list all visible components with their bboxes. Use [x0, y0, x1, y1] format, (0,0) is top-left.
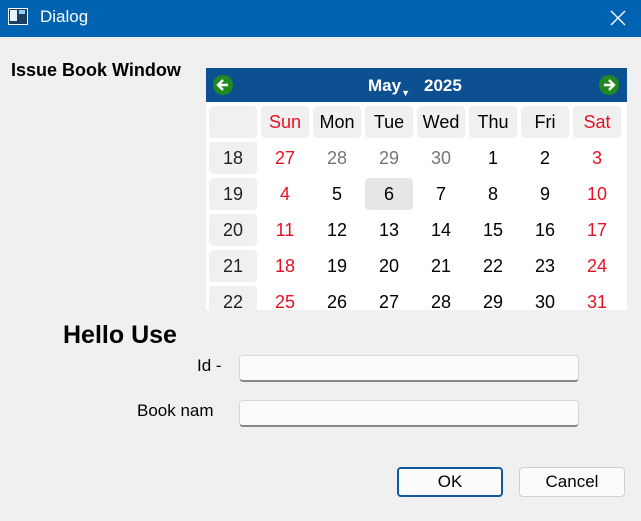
week-number: 22 — [209, 286, 257, 310]
calendar-widget[interactable]: May ▼ 2025 Sun Mon Tue Wed Thu Fri Sat 18… — [206, 68, 627, 310]
close-button[interactable] — [595, 0, 641, 37]
day-header-thu: Thu — [469, 106, 517, 138]
day-cell[interactable]: 27 — [261, 142, 309, 174]
day-cell[interactable]: 27 — [365, 286, 413, 310]
day-cell[interactable]: 4 — [261, 178, 309, 210]
day-cell[interactable]: 28 — [313, 142, 361, 174]
day-cell[interactable]: 12 — [313, 214, 361, 246]
day-cell[interactable]: 20 — [365, 250, 413, 282]
day-cell[interactable]: 30 — [521, 286, 569, 310]
day-cell[interactable]: 21 — [417, 250, 465, 282]
year-selector[interactable]: 2025 — [424, 76, 462, 96]
prev-month-button[interactable] — [213, 75, 233, 95]
week-row: 20 11 12 13 14 15 16 17 — [206, 214, 621, 246]
title-bar: Dialog — [0, 0, 641, 37]
day-cell[interactable]: 3 — [573, 142, 621, 174]
id-label: Id - — [197, 356, 222, 375]
day-cell[interactable]: 16 — [521, 214, 569, 246]
day-cell[interactable]: 25 — [261, 286, 309, 310]
selected-day-cell[interactable]: 6 — [365, 178, 413, 210]
next-month-button[interactable] — [599, 75, 619, 95]
app-window-icon — [8, 8, 28, 25]
day-cell[interactable]: 13 — [365, 214, 413, 246]
chevron-down-icon: ▼ — [401, 88, 411, 98]
ok-button[interactable]: OK — [397, 467, 503, 497]
month-selector[interactable]: May ▼ — [368, 76, 410, 98]
day-header-fri: Fri — [521, 106, 569, 138]
arrow-right-icon — [604, 79, 616, 91]
week-number: 19 — [209, 178, 257, 210]
day-cell[interactable]: 15 — [469, 214, 517, 246]
week-row: 21 18 19 20 21 22 23 24 — [206, 250, 621, 282]
day-cell[interactable]: 22 — [469, 250, 517, 282]
day-cell[interactable]: 29 — [365, 142, 413, 174]
close-icon — [610, 10, 626, 26]
day-cell[interactable]: 29 — [469, 286, 517, 310]
day-cell[interactable]: 30 — [417, 142, 465, 174]
day-cell[interactable]: 23 — [521, 250, 569, 282]
week-row: 19 4 5 6 7 8 9 10 — [206, 178, 621, 210]
week-number: 20 — [209, 214, 257, 246]
week-number: 18 — [209, 142, 257, 174]
day-cell[interactable]: 24 — [573, 250, 621, 282]
calendar-nav-bar: May ▼ 2025 — [206, 68, 627, 102]
day-header-mon: Mon — [313, 106, 361, 138]
week-row: 22 25 26 27 28 29 30 31 — [206, 286, 621, 310]
day-cell[interactable]: 5 — [313, 178, 361, 210]
week-row: 18 27 28 29 30 1 2 3 — [206, 142, 621, 174]
cancel-button[interactable]: Cancel — [519, 467, 625, 497]
day-cell[interactable]: 8 — [469, 178, 517, 210]
calendar-grid: Sun Mon Tue Wed Thu Fri Sat 18 27 28 29 … — [206, 102, 621, 310]
day-cell[interactable]: 31 — [573, 286, 621, 310]
greeting-text: Hello Use — [63, 321, 177, 349]
day-cell[interactable]: 28 — [417, 286, 465, 310]
day-cell[interactable]: 14 — [417, 214, 465, 246]
arrow-left-icon — [216, 79, 228, 91]
day-cell[interactable]: 11 — [261, 214, 309, 246]
month-label: May — [368, 76, 402, 95]
day-cell[interactable]: 26 — [313, 286, 361, 310]
week-number-header — [209, 106, 257, 138]
day-cell[interactable]: 17 — [573, 214, 621, 246]
book-name-input[interactable] — [239, 400, 579, 427]
day-header-tue: Tue — [365, 106, 413, 138]
day-cell[interactable]: 1 — [469, 142, 517, 174]
day-cell[interactable]: 18 — [261, 250, 309, 282]
week-number: 21 — [209, 250, 257, 282]
day-header-wed: Wed — [417, 106, 465, 138]
book-name-label: Book nam — [137, 401, 214, 420]
page-heading: Issue Book Window — [11, 60, 181, 80]
day-cell[interactable]: 19 — [313, 250, 361, 282]
day-cell[interactable]: 10 — [573, 178, 621, 210]
day-header-sat: Sat — [573, 106, 621, 138]
window-title: Dialog — [40, 7, 89, 26]
day-cell[interactable]: 7 — [417, 178, 465, 210]
day-header-sun: Sun — [261, 106, 309, 138]
day-cell[interactable]: 9 — [521, 178, 569, 210]
id-input[interactable] — [239, 355, 579, 382]
day-header-row: Sun Mon Tue Wed Thu Fri Sat — [206, 106, 621, 138]
day-cell[interactable]: 2 — [521, 142, 569, 174]
